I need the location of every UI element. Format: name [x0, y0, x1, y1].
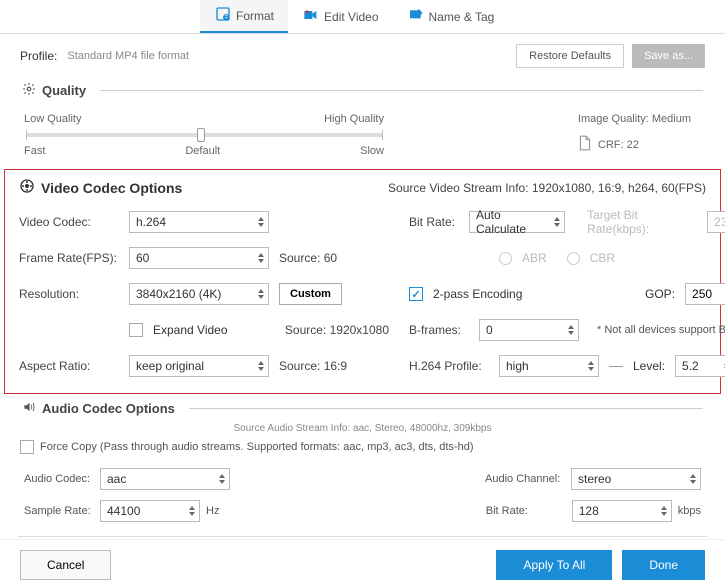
audio-channel-label: Audio Channel: — [485, 473, 565, 485]
video-codec-icon — [19, 178, 35, 197]
audio-bitrate-select[interactable]: 128 — [572, 500, 672, 522]
force-copy-checkbox[interactable] — [20, 440, 34, 454]
resolution-label: Resolution: — [19, 287, 119, 301]
quality-slider[interactable] — [26, 133, 382, 137]
hz-label: Hz — [206, 505, 219, 517]
apply-to-all-button[interactable]: Apply To All — [496, 550, 612, 580]
tab-format-label: Format — [236, 9, 274, 23]
gear-icon — [22, 82, 36, 99]
gop-input[interactable] — [685, 283, 725, 305]
abr-label: ABR — [522, 251, 547, 265]
cancel-button[interactable]: Cancel — [20, 550, 111, 580]
save-as-button[interactable]: Save as... — [632, 44, 705, 68]
bitrate-select[interactable]: Auto Calculate — [469, 211, 565, 233]
audio-source-info: Source Audio Stream Info: aac, Stereo, 4… — [0, 421, 725, 436]
fps-source: Source: 60 — [279, 251, 337, 265]
expand-video-checkbox[interactable] — [129, 323, 143, 337]
format-icon — [214, 6, 232, 25]
aspect-ratio-label: Aspect Ratio: — [19, 359, 119, 373]
bframes-note: * Not all devices support B — [597, 324, 725, 336]
audio-channel-select[interactable]: stereo — [571, 468, 701, 490]
video-codec-title: Video Codec Options — [41, 180, 182, 196]
twopass-checkbox[interactable]: ✓ — [409, 287, 423, 301]
sample-rate-label: Sample Rate: — [24, 505, 94, 517]
file-icon — [578, 135, 592, 154]
aspect-source: Source: 16:9 — [279, 359, 347, 373]
audio-codec-label: Audio Codec: — [24, 473, 94, 485]
profile-value: Standard MP4 file format — [67, 50, 189, 62]
expand-video-label: Expand Video — [153, 323, 228, 337]
speaker-icon — [22, 400, 36, 417]
video-codec-select[interactable]: h.264 — [129, 211, 269, 233]
force-copy-label: Force Copy (Pass through audio streams. … — [40, 441, 473, 453]
crf-label: CRF: 22 — [598, 139, 639, 151]
resolution-source: Source: 1920x1080 — [285, 323, 389, 337]
level-label: Level: — [633, 359, 665, 373]
tab-format[interactable]: Format — [200, 0, 288, 33]
custom-resolution-button[interactable]: Custom — [279, 283, 342, 305]
fps-label: Frame Rate(FPS): — [19, 251, 119, 265]
low-quality-label: Low Quality — [24, 113, 81, 125]
slider-thumb[interactable] — [197, 128, 205, 142]
image-quality-label: Image Quality: Medium — [578, 113, 691, 125]
cbr-radio[interactable] — [567, 252, 580, 265]
audio-codec-select[interactable]: aac — [100, 468, 230, 490]
target-bitrate-label: Target Bit Rate(kbps): — [587, 208, 697, 236]
abr-radio[interactable] — [499, 252, 512, 265]
twopass-label: 2-pass Encoding — [433, 287, 522, 301]
slow-label: Slow — [360, 145, 384, 157]
video-source-info: Source Video Stream Info: 1920x1080, 16:… — [388, 181, 706, 195]
high-quality-label: High Quality — [324, 113, 384, 125]
tab-edit-video[interactable]: Edit Video — [288, 0, 393, 33]
bframes-label: B-frames: — [409, 323, 469, 337]
done-button[interactable]: Done — [622, 550, 705, 580]
sample-rate-select[interactable]: 44100 — [100, 500, 200, 522]
video-codec-label: Video Codec: — [19, 215, 119, 229]
h264-profile-label: H.264 Profile: — [409, 359, 489, 373]
bitrate-label: Bit Rate: — [409, 215, 459, 229]
restore-defaults-button[interactable]: Restore Defaults — [516, 44, 624, 68]
audio-codec-title: Audio Codec Options — [42, 401, 175, 416]
quality-header: Quality — [0, 78, 725, 103]
quality-title: Quality — [42, 83, 86, 98]
fps-select[interactable]: 60 — [129, 247, 269, 269]
name-tag-icon — [407, 7, 425, 26]
edit-video-icon — [302, 7, 320, 26]
profile-label: Profile: — [20, 49, 57, 63]
cbr-label: CBR — [590, 251, 615, 265]
fast-label: Fast — [24, 145, 45, 157]
bframes-select[interactable]: 0 — [479, 319, 579, 341]
tab-edit-label: Edit Video — [324, 10, 379, 24]
kbps-label: kbps — [678, 505, 701, 517]
gop-label: GOP: — [645, 287, 675, 301]
audio-bitrate-label: Bit Rate: — [486, 505, 566, 517]
target-bitrate-input[interactable] — [707, 211, 725, 233]
aspect-ratio-select[interactable]: keep original — [129, 355, 269, 377]
default-label: Default — [185, 145, 220, 157]
level-select[interactable]: 5.2 — [675, 355, 725, 377]
h264-profile-select[interactable]: high — [499, 355, 599, 377]
resolution-select[interactable]: 3840x2160 (4K) — [129, 283, 269, 305]
tab-name-label: Name & Tag — [429, 10, 495, 24]
audio-header: Audio Codec Options — [0, 398, 725, 421]
tab-name-tag[interactable]: Name & Tag — [393, 0, 509, 33]
